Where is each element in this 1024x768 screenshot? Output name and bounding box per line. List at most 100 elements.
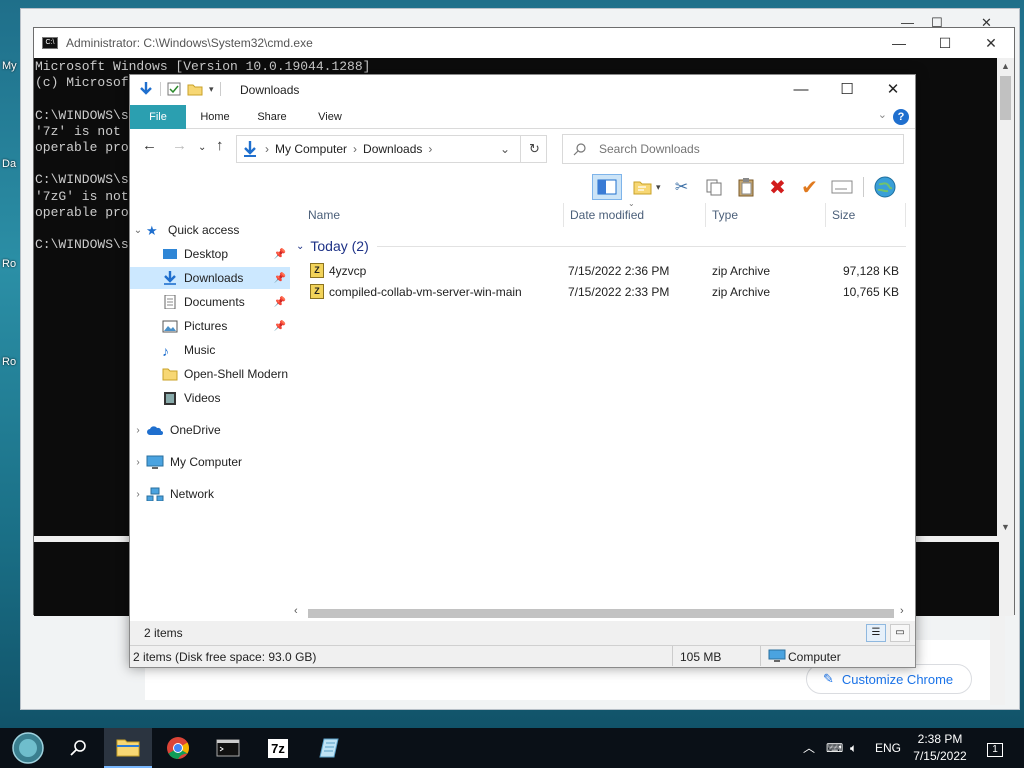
chevron-up-icon[interactable]: ︿ bbox=[803, 728, 815, 768]
pin-icon[interactable]: 📌 bbox=[274, 297, 286, 308]
nav-item-music[interactable]: ♪ Music bbox=[130, 339, 290, 361]
start-button[interactable] bbox=[4, 728, 52, 768]
tab-file[interactable]: File bbox=[130, 105, 186, 129]
delete-icon[interactable]: ✖ bbox=[767, 176, 789, 199]
breadcrumb-downloads[interactable]: Downloads bbox=[363, 142, 422, 156]
tab-share[interactable]: Share bbox=[244, 105, 300, 129]
volume-icon[interactable]: 🔈︎ bbox=[850, 728, 857, 768]
breadcrumb-my-computer[interactable]: My Computer bbox=[275, 142, 347, 156]
cmd-scrollbar[interactable]: ▲ ▼ bbox=[997, 58, 1014, 616]
forward-arrow-icon[interactable]: → bbox=[172, 137, 187, 154]
desktop-icon-label[interactable]: Ro bbox=[2, 258, 16, 270]
chrome-scrollbar[interactable] bbox=[990, 610, 1005, 705]
large-icons-view-icon[interactable]: ▭ bbox=[890, 624, 910, 642]
desktop-icon-label[interactable]: Ro bbox=[2, 356, 16, 368]
search-box[interactable] bbox=[562, 134, 904, 164]
search-taskbar-button[interactable] bbox=[54, 728, 102, 768]
search-input[interactable] bbox=[599, 142, 889, 156]
scroll-thumb[interactable] bbox=[308, 609, 894, 618]
new-item-icon[interactable] bbox=[632, 176, 654, 198]
scroll-left-icon[interactable]: ‹ bbox=[294, 605, 298, 617]
customize-chrome-button[interactable]: ✎ Customize Chrome bbox=[806, 664, 972, 694]
properties-icon[interactable] bbox=[167, 82, 181, 96]
paste-icon[interactable] bbox=[735, 176, 757, 198]
close-icon[interactable]: ✕ bbox=[870, 75, 916, 105]
chrome-taskbar-button[interactable] bbox=[154, 728, 202, 768]
network-tray-icon[interactable]: ⌨ bbox=[826, 728, 843, 768]
help-icon[interactable]: ? bbox=[893, 109, 909, 125]
recent-locations-icon[interactable]: ⌄ bbox=[198, 142, 206, 153]
language-indicator[interactable]: ENG bbox=[875, 728, 901, 768]
expand-ribbon-icon[interactable]: ⌄ bbox=[878, 108, 887, 121]
new-folder-icon[interactable] bbox=[187, 82, 203, 96]
explorer-title-bar[interactable]: ▾ Downloads — ☐ ✕ bbox=[130, 75, 915, 105]
breadcrumb-separator[interactable]: › bbox=[265, 142, 269, 156]
arrow-down-icon[interactable] bbox=[138, 81, 154, 97]
minimize-icon[interactable]: — bbox=[778, 75, 824, 105]
chevron-right-icon[interactable]: › bbox=[130, 425, 146, 436]
column-header-type[interactable]: Type bbox=[706, 203, 826, 227]
scroll-up-icon[interactable]: ▲ bbox=[997, 58, 1014, 75]
tab-view[interactable]: View bbox=[302, 105, 358, 129]
nav-item-downloads[interactable]: Downloads 📌 bbox=[130, 267, 290, 289]
close-icon[interactable]: ✕ bbox=[968, 28, 1014, 58]
chevron-down-icon[interactable]: ⌄ bbox=[296, 241, 304, 252]
address-bar[interactable]: › My Computer › Downloads › ⌄ bbox=[236, 135, 547, 163]
cmd-title-bar[interactable]: C:\ Administrator: C:\Windows\System32\c… bbox=[34, 28, 1014, 58]
cut-icon[interactable]: ✂ bbox=[671, 176, 693, 198]
desktop-icon-label[interactable]: Da bbox=[2, 158, 16, 170]
scroll-right-icon[interactable]: › bbox=[900, 605, 904, 617]
up-arrow-icon[interactable]: ↑ bbox=[216, 137, 224, 154]
minimize-icon[interactable]: — bbox=[876, 28, 922, 58]
address-dropdown-icon[interactable]: ⌄ bbox=[500, 142, 510, 156]
tab-home[interactable]: Home bbox=[188, 105, 242, 129]
nav-item-pictures[interactable]: Pictures 📌 bbox=[130, 315, 290, 337]
group-header-today[interactable]: ⌄ Today (2) bbox=[296, 235, 906, 257]
breadcrumb-separator[interactable]: › bbox=[353, 142, 357, 156]
file-row[interactable]: Z 4yzvcp 7/15/2022 2:36 PM zip Archive 9… bbox=[306, 261, 906, 282]
nav-item-open-shell[interactable]: Open-Shell Modern bbox=[130, 363, 290, 385]
horizontal-scrollbar[interactable]: ‹ › bbox=[292, 605, 914, 621]
pin-icon[interactable]: 📌 bbox=[274, 273, 286, 284]
nav-item-desktop[interactable]: Desktop 📌 bbox=[130, 243, 290, 265]
checkmark-icon[interactable]: ✔ bbox=[799, 176, 821, 199]
file-explorer-taskbar-button[interactable] bbox=[104, 728, 152, 768]
pin-icon[interactable]: 📌 bbox=[274, 321, 286, 332]
desktop-icon-label[interactable]: My bbox=[2, 60, 17, 72]
nav-item-documents[interactable]: Documents 📌 bbox=[130, 291, 290, 313]
nav-quick-access[interactable]: ⌄ ★ Quick access bbox=[130, 219, 290, 241]
chevron-right-icon[interactable]: › bbox=[130, 489, 146, 500]
column-header-date[interactable]: Date modified bbox=[564, 203, 706, 227]
file-row[interactable]: Z compiled-collab-vm-server-win-main 7/1… bbox=[306, 282, 906, 303]
7zip-taskbar-button[interactable]: 7z bbox=[254, 728, 302, 768]
scroll-down-icon[interactable]: ▼ bbox=[997, 519, 1014, 536]
nav-my-computer[interactable]: › My Computer bbox=[130, 451, 290, 473]
maximize-icon[interactable]: ☐ bbox=[922, 28, 968, 58]
notification-center[interactable]: 1 bbox=[982, 728, 1008, 768]
nav-onedrive[interactable]: › OneDrive bbox=[130, 419, 290, 441]
rename-icon[interactable] bbox=[831, 176, 853, 198]
nav-network[interactable]: › Network bbox=[130, 483, 290, 505]
back-arrow-icon[interactable]: ← bbox=[142, 137, 157, 154]
nav-label: Downloads bbox=[184, 271, 244, 285]
clock[interactable]: 2:38 PM 7/15/2022 bbox=[912, 731, 968, 765]
column-header-size[interactable]: Size bbox=[826, 203, 906, 227]
scroll-thumb[interactable] bbox=[1000, 76, 1011, 120]
chevron-down-icon[interactable]: ▾ bbox=[656, 182, 661, 193]
details-view-icon[interactable]: ☰ bbox=[866, 624, 886, 642]
chevron-down-icon[interactable]: ⌄ bbox=[130, 225, 146, 236]
refresh-button[interactable]: ↻ bbox=[520, 135, 548, 163]
file-date: 7/15/2022 2:36 PM bbox=[568, 264, 670, 278]
globe-icon[interactable] bbox=[874, 176, 896, 198]
breadcrumb-separator[interactable]: › bbox=[428, 142, 432, 156]
preview-pane-icon[interactable] bbox=[592, 174, 622, 200]
pin-icon[interactable]: 📌 bbox=[274, 249, 286, 260]
column-header-name[interactable]: Name bbox=[302, 203, 564, 227]
maximize-icon[interactable]: ☐ bbox=[824, 75, 870, 105]
cmd-taskbar-button[interactable] bbox=[204, 728, 252, 768]
chevron-down-icon[interactable]: ▾ bbox=[209, 84, 214, 95]
nav-item-videos[interactable]: Videos bbox=[130, 387, 290, 409]
chevron-right-icon[interactable]: › bbox=[130, 457, 146, 468]
app-taskbar-button[interactable] bbox=[304, 728, 352, 768]
copy-icon[interactable] bbox=[703, 176, 725, 198]
